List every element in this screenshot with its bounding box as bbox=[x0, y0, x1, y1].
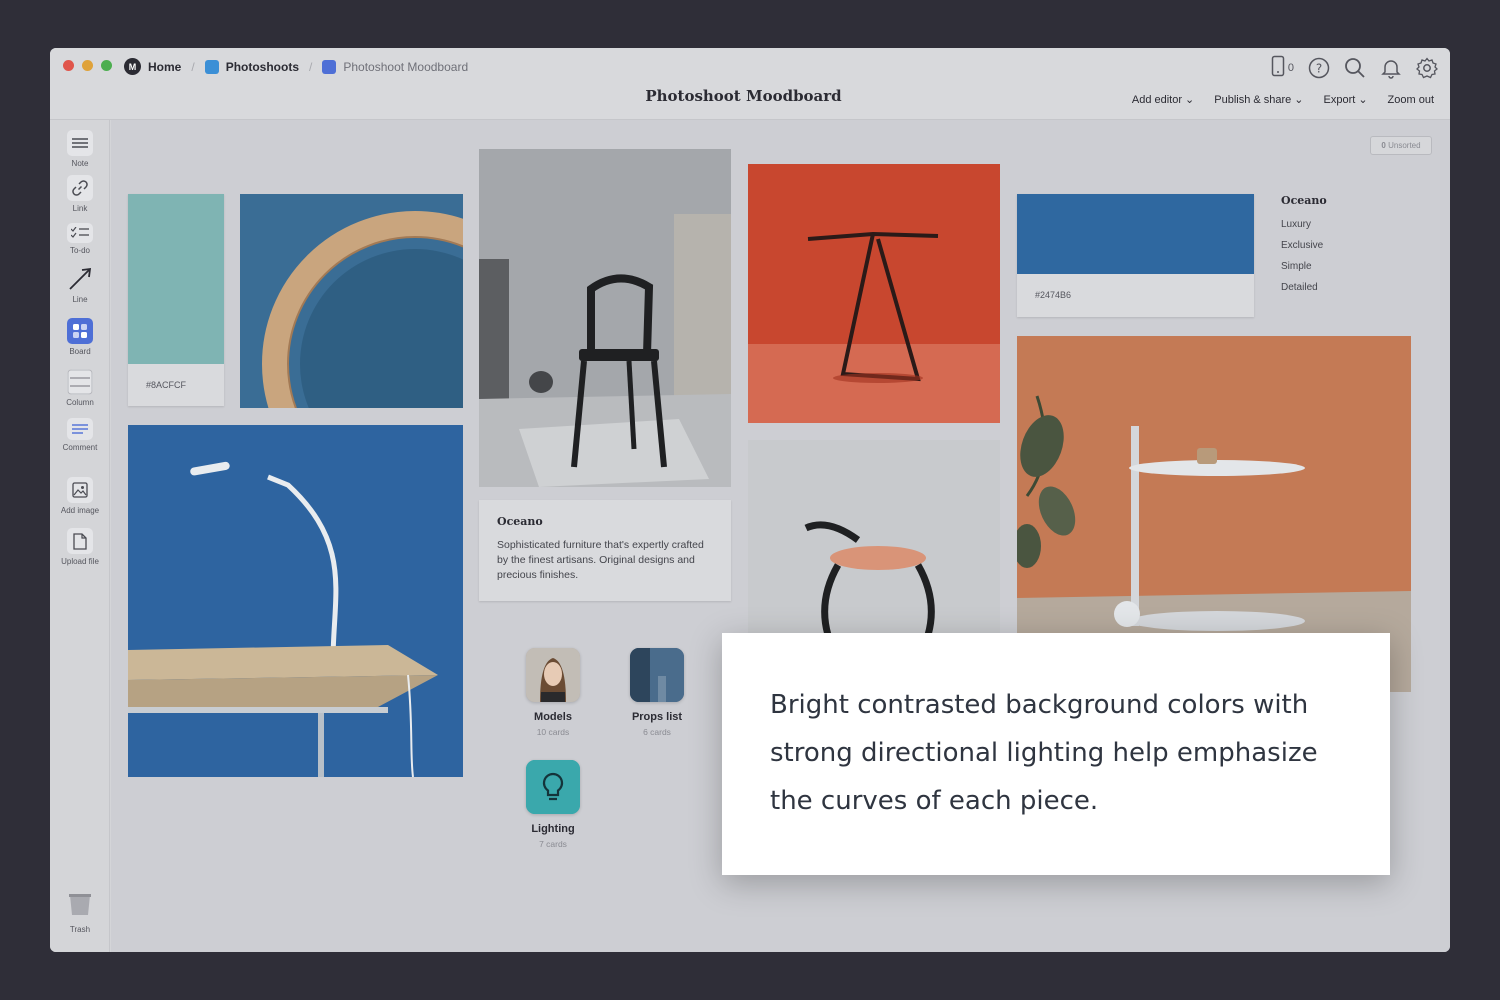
close-window-button[interactable] bbox=[63, 60, 74, 71]
tool-board[interactable]: Board bbox=[50, 318, 110, 356]
publish-share-menu[interactable]: Publish & share ⌄ bbox=[1214, 93, 1304, 107]
link-icon bbox=[67, 175, 93, 201]
board-blue-icon bbox=[204, 59, 219, 74]
unsorted-badge[interactable]: 0 Unsorted bbox=[1370, 136, 1432, 155]
zoom-out-button[interactable]: Zoom out bbox=[1388, 93, 1434, 106]
color-swatch-card[interactable]: #8ACFCF bbox=[128, 194, 224, 406]
lightbulb-icon bbox=[526, 760, 580, 814]
file-icon bbox=[67, 528, 93, 554]
board-tile-props-list[interactable]: Props list 6 cards bbox=[607, 648, 707, 737]
maximize-window-button[interactable] bbox=[101, 60, 112, 71]
comment-icon bbox=[67, 418, 93, 440]
breadcrumb: M Home / Photoshoots / Photoshoot Moodbo… bbox=[124, 58, 468, 75]
props-thumbnail bbox=[630, 648, 684, 702]
note-icon bbox=[67, 130, 93, 156]
trash-button[interactable]: Trash bbox=[50, 893, 110, 934]
oceano-note-card[interactable]: Oceano Sophisticated furniture that's ex… bbox=[479, 500, 731, 601]
tool-sidebar: Note Link To-do Line Board Column Commen… bbox=[50, 120, 110, 952]
export-menu[interactable]: Export ⌄ bbox=[1324, 93, 1368, 107]
swatch-color bbox=[128, 194, 224, 364]
chevron-down-icon: ⌄ bbox=[1185, 94, 1195, 106]
chevron-down-icon: ⌄ bbox=[1358, 94, 1368, 106]
keyword-item: Luxury bbox=[1281, 219, 1312, 230]
todo-icon bbox=[67, 223, 93, 243]
callout-text: Bright contrasted background colors with… bbox=[770, 690, 1318, 816]
keyword-item: Detailed bbox=[1281, 282, 1318, 293]
phone-icon bbox=[1271, 55, 1285, 80]
callout-box: Bright contrasted background colors with… bbox=[722, 633, 1390, 875]
bell-icon[interactable] bbox=[1380, 57, 1402, 79]
red-stool-photo[interactable] bbox=[748, 164, 1000, 423]
gear-icon[interactable] bbox=[1416, 56, 1438, 79]
color-swatch-card[interactable]: #2474B6 bbox=[1017, 194, 1254, 317]
keywords-title: Oceano bbox=[1281, 194, 1327, 207]
board-tile-models[interactable]: Models 10 cards bbox=[503, 648, 603, 737]
line-arrow-icon bbox=[67, 266, 93, 292]
lamp-photo[interactable] bbox=[128, 425, 463, 777]
chevron-down-icon: ⌄ bbox=[1294, 94, 1304, 106]
top-icons: 0 ? bbox=[1271, 55, 1438, 80]
trash-icon bbox=[68, 893, 92, 922]
tool-link[interactable]: Link bbox=[50, 175, 110, 213]
stool-photo[interactable] bbox=[748, 440, 1000, 635]
breadcrumb-separator: / bbox=[309, 59, 313, 74]
swatch-color bbox=[1017, 194, 1254, 274]
tool-line[interactable]: Line bbox=[50, 266, 110, 304]
ring-photo[interactable] bbox=[240, 194, 463, 408]
keyword-item: Exclusive bbox=[1281, 240, 1324, 251]
devices-button[interactable]: 0 bbox=[1271, 55, 1294, 80]
breadcrumb-current[interactable]: Photoshoot Moodboard bbox=[322, 59, 468, 74]
board-tile-lighting[interactable]: Lighting 7 cards bbox=[503, 760, 603, 849]
board-icon bbox=[67, 318, 93, 344]
models-thumbnail bbox=[526, 648, 580, 702]
app-logo-icon: M bbox=[124, 58, 141, 75]
help-icon[interactable]: ? bbox=[1308, 57, 1330, 79]
tool-upload-file[interactable]: Upload file bbox=[50, 528, 110, 566]
top-bar: M Home / Photoshoots / Photoshoot Moodbo… bbox=[50, 48, 1450, 120]
tool-comment[interactable]: Comment bbox=[50, 418, 110, 452]
tool-todo[interactable]: To-do bbox=[50, 223, 110, 255]
board-indigo-icon bbox=[322, 59, 337, 74]
tool-note[interactable]: Note bbox=[50, 130, 110, 168]
breadcrumb-photoshoots[interactable]: Photoshoots bbox=[204, 59, 299, 74]
svg-text:?: ? bbox=[1316, 61, 1322, 75]
search-icon[interactable] bbox=[1344, 57, 1366, 79]
tool-column[interactable]: Column bbox=[50, 369, 110, 407]
tool-add-image[interactable]: Add image bbox=[50, 477, 110, 515]
breadcrumb-separator: / bbox=[191, 59, 195, 74]
chair-photo[interactable] bbox=[479, 149, 731, 487]
add-editor-menu[interactable]: Add editor ⌄ bbox=[1132, 93, 1195, 107]
keyword-item: Simple bbox=[1281, 261, 1312, 272]
breadcrumb-home[interactable]: M Home bbox=[124, 58, 181, 75]
top-menu: Add editor ⌄ Publish & share ⌄ Export ⌄ Zoo… bbox=[1132, 93, 1434, 107]
column-icon bbox=[67, 369, 93, 395]
minimize-window-button[interactable] bbox=[82, 60, 93, 71]
image-icon bbox=[67, 477, 93, 503]
